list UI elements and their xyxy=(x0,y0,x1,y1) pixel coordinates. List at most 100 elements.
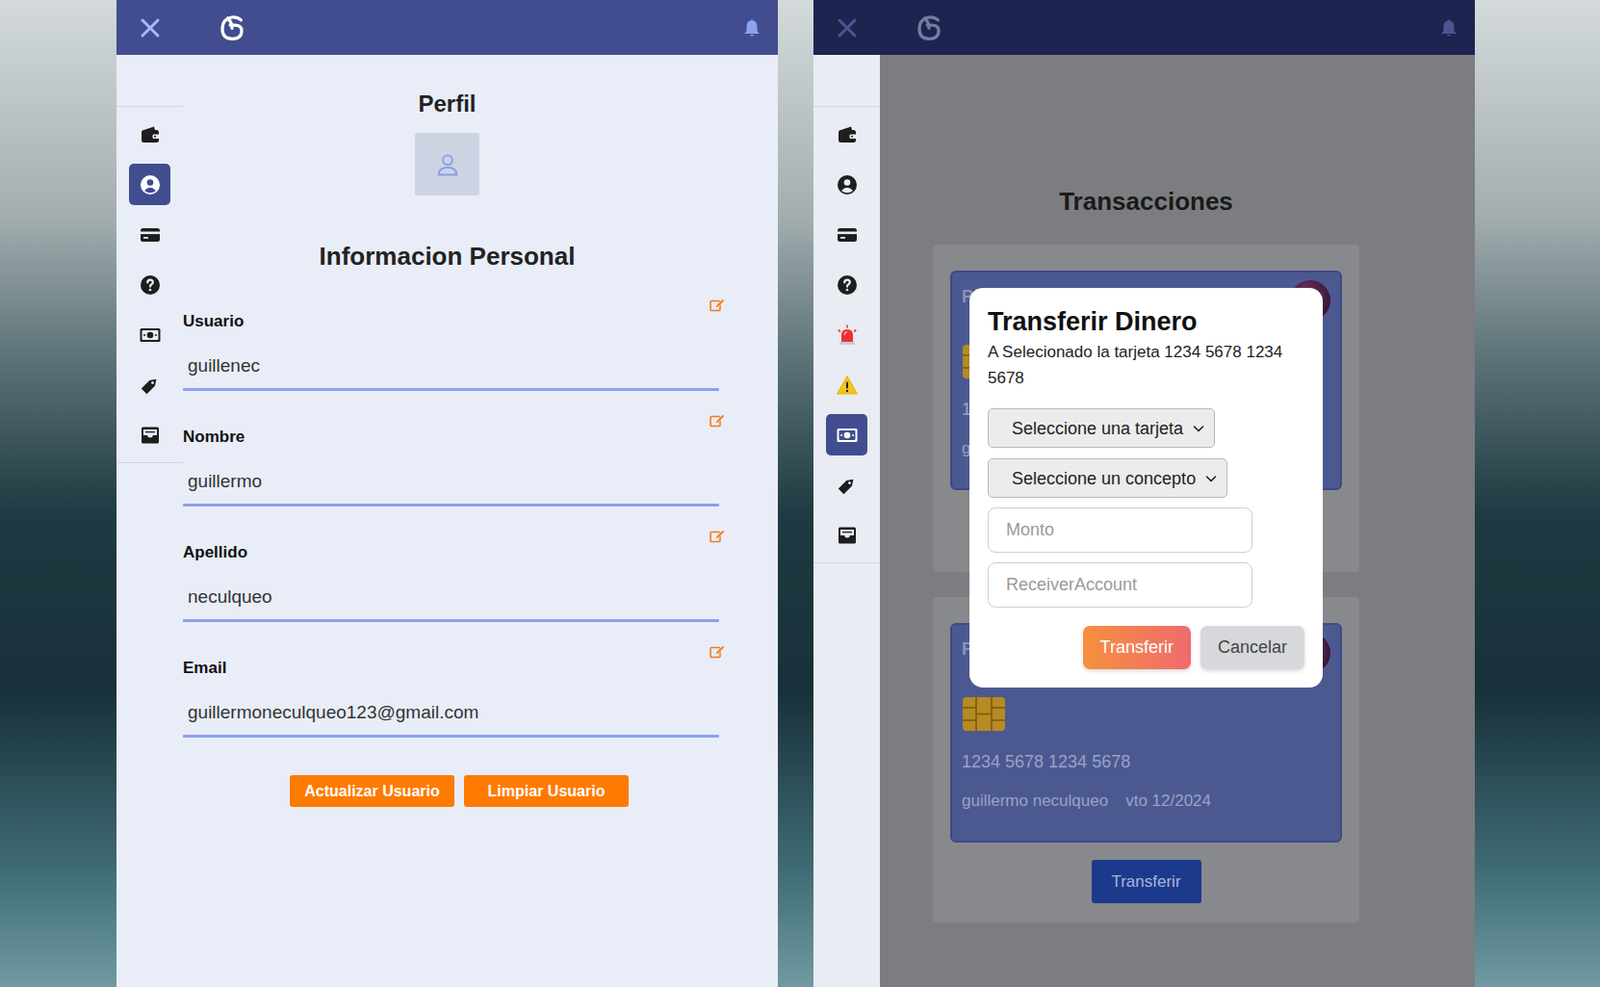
sidebar xyxy=(116,54,183,987)
page-title: Transacciones xyxy=(932,186,1360,216)
dialog-actions: TransferirCancelar xyxy=(987,625,1305,670)
form-field: Apellido neculqueo xyxy=(182,541,726,622)
user-icon xyxy=(835,173,859,197)
select-label: Seleccione una tarjeta xyxy=(1011,417,1184,439)
logo-icon xyxy=(217,13,247,43)
sidebar-item[interactable] xyxy=(129,163,171,206)
sidebar-item[interactable] xyxy=(129,363,171,406)
sidebar-item[interactable] xyxy=(825,263,868,306)
transfer-button[interactable]: Transferir xyxy=(1091,859,1202,904)
notifications-button[interactable] xyxy=(1438,16,1460,40)
sidebar-item[interactable] xyxy=(129,263,171,306)
chevron-down-icon xyxy=(1192,422,1205,435)
wallet-icon xyxy=(835,123,859,147)
tag-icon xyxy=(138,373,162,397)
card-number: 1234 5678 1234 5678 xyxy=(961,750,1131,773)
card-icon xyxy=(835,223,859,247)
field-header: Email xyxy=(182,657,726,679)
edit-button[interactable] xyxy=(709,528,726,545)
field-underline xyxy=(182,619,720,622)
close-button[interactable] xyxy=(835,16,859,40)
chip-icon xyxy=(961,696,1007,732)
edit-button[interactable] xyxy=(709,297,726,314)
sidebar-item[interactable] xyxy=(825,363,868,406)
amount-input[interactable] xyxy=(987,507,1253,553)
profile-window: PerfilInformacion PersonalUsuarioguillen… xyxy=(116,0,778,987)
update-user-button[interactable]: Actualizar Usuario xyxy=(289,774,455,807)
sidebar-separator xyxy=(813,562,880,564)
field-label: Usuario xyxy=(182,310,244,333)
notifications-button[interactable] xyxy=(741,16,763,40)
dialog-message: A Selecionado la tarjeta 1234 5678 1234 … xyxy=(987,338,1305,391)
close-button[interactable] xyxy=(138,16,162,40)
edit-button[interactable] xyxy=(709,412,726,430)
close-icon xyxy=(138,16,162,40)
home-logo[interactable] xyxy=(914,13,944,43)
profile-content: PerfilInformacion PersonalUsuarioguillen… xyxy=(182,54,778,987)
sidebar-item[interactable] xyxy=(825,213,868,256)
logo-icon xyxy=(914,13,944,43)
cancel-button[interactable]: Cancelar xyxy=(1200,625,1305,670)
page-title: Perfil xyxy=(417,90,476,118)
warning-icon xyxy=(835,373,859,397)
field-label: Nombre xyxy=(182,426,245,448)
clear-user-button[interactable]: Limpiar Usuario xyxy=(464,774,629,807)
field-header: Nombre xyxy=(182,426,726,448)
edit-icon xyxy=(709,297,726,314)
field-value[interactable]: guillermo xyxy=(182,470,726,492)
chevron-down-icon xyxy=(1205,472,1217,485)
top-bar xyxy=(813,0,1475,55)
user-icon xyxy=(138,173,162,197)
field-underline xyxy=(182,387,720,391)
form-field: Usuario guillenec xyxy=(182,310,726,391)
money-icon xyxy=(835,423,859,447)
wallet-icon xyxy=(138,123,162,147)
sidebar-item[interactable] xyxy=(825,163,868,206)
card-expiry: vto 12/2024 xyxy=(1125,790,1212,811)
sidebar-item[interactable] xyxy=(825,464,868,506)
sidebar-item[interactable] xyxy=(129,413,171,456)
sidebar-item[interactable] xyxy=(825,514,868,556)
edit-button[interactable] xyxy=(709,644,726,661)
receiver-account-input[interactable] xyxy=(987,562,1253,608)
sidebar-item[interactable] xyxy=(825,313,868,356)
card-select[interactable]: Seleccione una tarjeta xyxy=(987,408,1215,448)
form-field: Email guillermoneculqueo123@gmail.com xyxy=(182,657,726,738)
panel-body: PerfilInformacion PersonalUsuarioguillen… xyxy=(116,54,778,987)
card-icon xyxy=(138,223,162,247)
inbox-icon xyxy=(835,523,859,547)
bell-icon xyxy=(1438,16,1460,40)
field-underline xyxy=(182,734,720,738)
sidebar xyxy=(813,54,880,987)
help-icon xyxy=(835,273,859,297)
field-value[interactable]: guillermoneculqueo123@gmail.com xyxy=(182,701,726,723)
card-holder: guillermo neculqueo xyxy=(961,790,1109,811)
money-icon xyxy=(138,323,162,347)
sidebar-separator xyxy=(116,462,183,464)
inbox-icon xyxy=(138,423,162,447)
tag-icon xyxy=(835,473,859,497)
form-field: Nombre guillermo xyxy=(182,426,726,507)
select-label: Seleccione un concepto xyxy=(1011,467,1196,490)
profile-form: Usuario guillenec Nombre guillermo Apellido n… xyxy=(182,310,726,774)
sidebar-item[interactable] xyxy=(825,113,868,155)
field-label: Apellido xyxy=(182,541,248,564)
profile-actions: Actualizar Usuario Limpiar Usuario xyxy=(182,774,726,807)
home-logo[interactable] xyxy=(217,13,247,43)
field-header: Usuario xyxy=(182,310,726,333)
field-label: Email xyxy=(182,657,227,679)
confirm-transfer-button[interactable]: Transferir xyxy=(1083,625,1191,670)
sidebar-item[interactable] xyxy=(129,313,171,356)
field-underline xyxy=(182,503,720,507)
sidebar-item[interactable] xyxy=(129,113,171,155)
avatar[interactable] xyxy=(414,132,480,196)
concept-select[interactable]: Seleccione un concepto xyxy=(987,458,1228,498)
edit-icon xyxy=(709,528,726,545)
field-value[interactable]: neculqueo xyxy=(182,586,726,608)
close-icon xyxy=(835,16,859,40)
sidebar-item[interactable] xyxy=(825,413,868,456)
field-value[interactable]: guillenec xyxy=(182,355,726,377)
help-icon xyxy=(138,273,162,297)
field-header: Apellido xyxy=(182,541,726,564)
sidebar-item[interactable] xyxy=(129,213,171,256)
